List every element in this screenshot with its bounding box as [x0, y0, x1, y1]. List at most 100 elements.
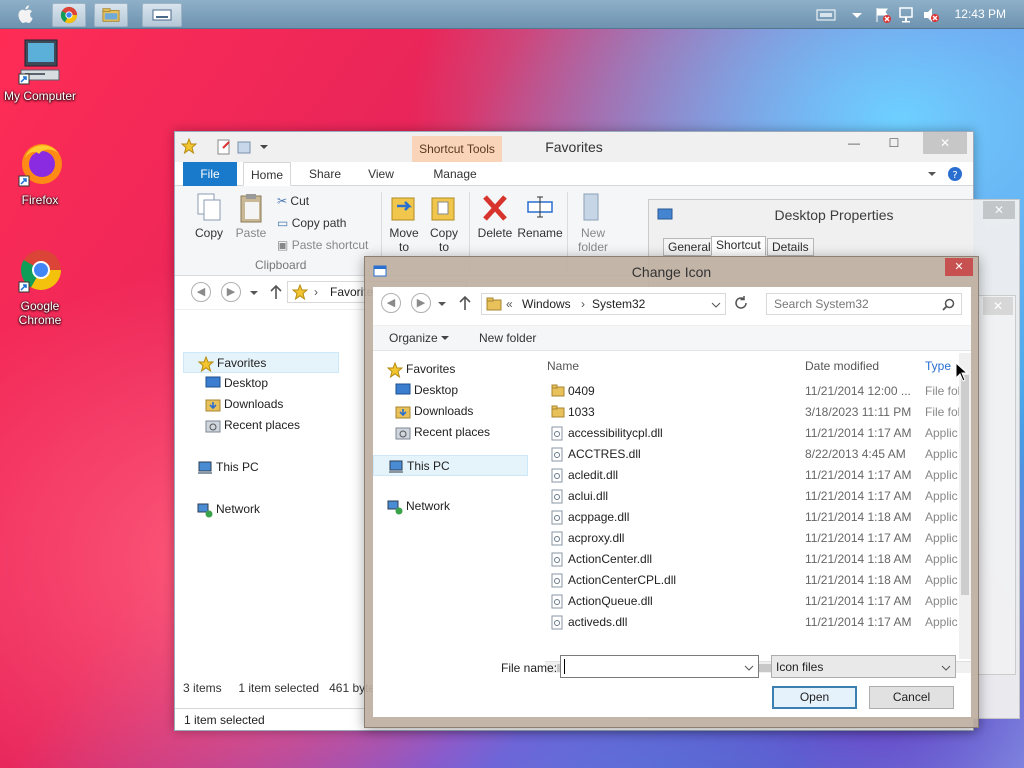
cancel-button[interactable]: Cancel — [869, 686, 954, 709]
up-arrow-icon[interactable] — [458, 295, 472, 311]
new-folder-button[interactable]: New folder — [573, 192, 613, 254]
table-row[interactable]: ActionQueue.dll 11/21/2014 1:17 AM Applic — [545, 591, 965, 612]
paste-shortcut-button[interactable]: ▣ Paste shortcut — [277, 238, 368, 252]
chevron-down-icon[interactable] — [744, 663, 754, 673]
delete-button[interactable]: Delete — [473, 192, 517, 240]
chrome-taskbar-button[interactable] — [52, 3, 86, 27]
dll-file-icon — [551, 510, 563, 525]
file-name-input[interactable] — [560, 655, 759, 678]
new-folder-button[interactable]: New folder — [479, 331, 536, 345]
chevron-down-icon[interactable] — [850, 6, 864, 24]
table-row[interactable]: ACCTRES.dll 8/22/2013 4:45 AM Applic — [545, 444, 965, 465]
nav-item-downloads[interactable]: Downloads — [183, 394, 343, 415]
back-button[interactable]: ◀ — [191, 282, 211, 302]
dialog-title-bar[interactable]: Change Icon ✕ — [365, 257, 978, 285]
file-type-select[interactable]: Icon files — [771, 655, 956, 678]
svg-text:?: ? — [952, 170, 957, 181]
breadcrumb-windows[interactable]: Windows — [522, 297, 571, 311]
table-row[interactable]: acledit.dll 11/21/2014 1:17 AM Applic — [545, 465, 965, 486]
nav-item-network[interactable]: Network — [373, 496, 537, 517]
nav-item-desktop[interactable]: Desktop — [183, 373, 343, 394]
keyboard-tray-icon[interactable] — [816, 6, 836, 24]
keyboard-taskbar-button[interactable] — [142, 3, 182, 27]
column-name[interactable]: Name — [547, 359, 579, 373]
close-button[interactable]: ✕ — [983, 297, 1013, 315]
dialog-footer: File name: Icon files Open Cancel — [373, 647, 971, 717]
rename-button[interactable]: Rename — [517, 192, 563, 240]
table-row[interactable]: aclui.dll 11/21/2014 1:17 AM Applic — [545, 486, 965, 507]
dll-file-icon — [551, 615, 563, 630]
table-row[interactable]: 1033 3/18/2023 11:11 PM File fol — [545, 402, 965, 423]
table-row[interactable]: ActionCenter.dll 11/21/2014 1:18 AM Applic — [545, 549, 965, 570]
explorer-title-bar[interactable]: Shortcut Tools Favorites — ☐ ✕ — [175, 132, 973, 162]
volume-muted-icon[interactable] — [922, 6, 940, 24]
copy-path-button[interactable]: ▭ Copy path — [277, 216, 346, 230]
nav-item-downloads[interactable]: Downloads — [373, 401, 537, 422]
table-row[interactable]: ActionCenterCPL.dll 11/21/2014 1:18 AM App… — [545, 570, 965, 591]
back-button[interactable]: ◀ — [381, 293, 401, 313]
organize-button[interactable]: Organize — [389, 331, 450, 345]
up-arrow-icon[interactable] — [269, 284, 283, 300]
chevron-down-icon[interactable] — [249, 288, 259, 298]
paste-button[interactable]: Paste — [231, 192, 271, 240]
cut-button[interactable]: ✂ Cut — [277, 194, 309, 208]
mouse-cursor-icon — [955, 362, 969, 382]
scroll-thumb[interactable] — [961, 375, 969, 595]
nav-item-favorites[interactable]: Favorites — [183, 352, 339, 373]
vertical-scrollbar[interactable] — [959, 353, 971, 659]
address-bar[interactable]: « Windows › System32 — [481, 293, 726, 315]
forward-button[interactable]: ▶ — [411, 293, 431, 313]
tab-file[interactable]: File — [183, 162, 237, 186]
table-row[interactable]: acproxy.dll 11/21/2014 1:17 AM Applic — [545, 528, 965, 549]
search-input[interactable]: Search System32 — [766, 293, 962, 315]
table-row[interactable]: acppage.dll 11/21/2014 1:18 AM Applic — [545, 507, 965, 528]
table-row[interactable]: 0409 11/21/2014 12:00 ... File fol — [545, 381, 965, 402]
tab-view[interactable]: View — [357, 162, 405, 186]
desktop-icon-my-computer[interactable]: My Computer — [0, 38, 80, 103]
explorer-taskbar-button[interactable] — [94, 3, 128, 27]
nav-item-this-pc[interactable]: This PC — [373, 455, 528, 476]
flag-warning-icon[interactable] — [874, 6, 892, 24]
close-button[interactable]: ✕ — [983, 201, 1015, 219]
clock[interactable]: 12:43 PM — [955, 7, 1006, 21]
nav-item-network[interactable]: Network — [183, 499, 343, 520]
tab-share[interactable]: Share — [301, 162, 349, 186]
desktop-icon-firefox[interactable]: Firefox — [0, 140, 80, 207]
table-row[interactable]: accessibilitycpl.dll 11/21/2014 1:17 AM Ap… — [545, 423, 965, 444]
file-name: ACCTRES.dll — [568, 447, 641, 461]
table-row[interactable]: activeds.dll 11/21/2014 1:17 AM Applic — [545, 612, 965, 631]
move-to-button[interactable]: Move to — [385, 192, 423, 254]
close-button[interactable]: ✕ — [945, 258, 973, 276]
navigation-pane: Favorites Desktop Downloads Recent place… — [183, 352, 343, 520]
close-button[interactable]: ✕ — [923, 132, 967, 154]
chevron-down-icon[interactable] — [437, 299, 447, 309]
tab-shortcut[interactable]: Shortcut — [711, 236, 766, 256]
maximize-button[interactable]: ☐ — [879, 132, 909, 154]
desktop-icon-label: Google Chrome — [18, 299, 62, 327]
open-button[interactable]: Open — [772, 686, 857, 709]
tab-details[interactable]: Details — [767, 238, 814, 256]
copy-to-button[interactable]: Copy to — [425, 192, 463, 254]
nav-item-favorites[interactable]: Favorites — [373, 359, 537, 380]
column-date-modified[interactable]: Date modified — [805, 359, 879, 373]
apple-logo-icon[interactable] — [14, 3, 38, 25]
chevron-down-icon[interactable] — [927, 169, 937, 179]
nav-item-desktop[interactable]: Desktop — [373, 380, 537, 401]
refresh-icon[interactable] — [733, 295, 749, 311]
file-date: 11/21/2014 1:17 AM — [805, 531, 912, 545]
network-icon[interactable] — [898, 6, 916, 24]
column-type[interactable]: Type — [925, 359, 951, 373]
tab-manage[interactable]: Manage — [425, 162, 485, 186]
nav-item-this-pc[interactable]: This PC — [183, 457, 343, 478]
minimize-button[interactable]: — — [839, 132, 869, 154]
help-icon[interactable]: ? — [947, 166, 963, 182]
tab-general[interactable]: General — [663, 238, 716, 256]
forward-button[interactable]: ▶ — [221, 282, 241, 302]
copy-button[interactable]: Copy — [189, 192, 229, 240]
desktop-icon-google-chrome[interactable]: Google Chrome — [0, 246, 80, 327]
chevron-down-icon[interactable] — [711, 300, 721, 310]
tab-home[interactable]: Home — [243, 162, 291, 186]
nav-item-recent-places[interactable]: Recent places — [183, 415, 343, 436]
nav-item-recent-places[interactable]: Recent places — [373, 422, 537, 443]
breadcrumb-system32[interactable]: System32 — [592, 297, 645, 311]
